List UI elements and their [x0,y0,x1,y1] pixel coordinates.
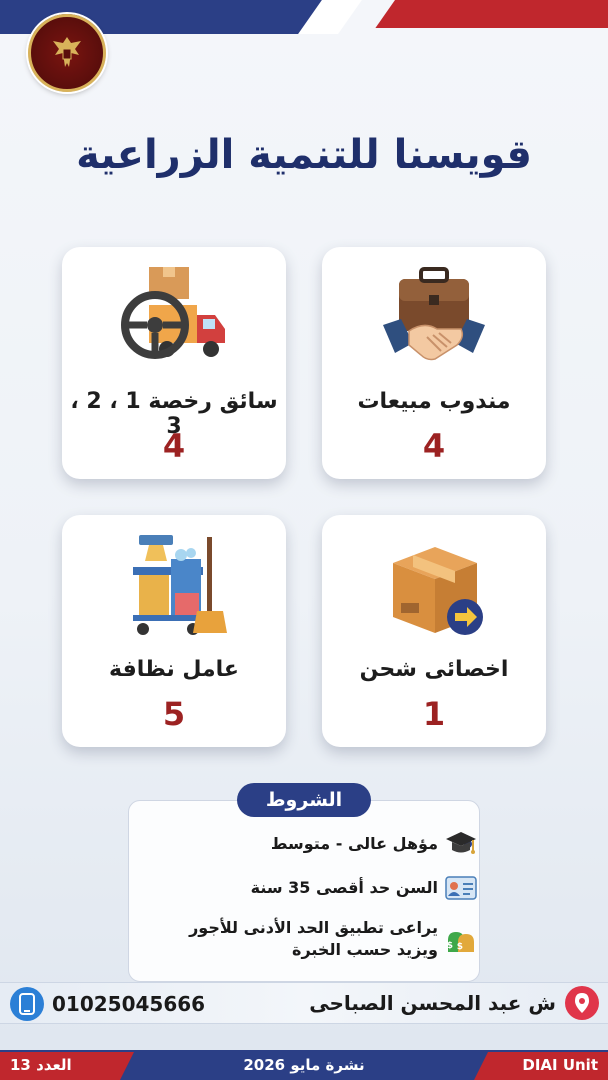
shipping-box-icon [393,547,483,635]
ministry-logo [28,14,106,92]
eagle-emblem-icon [53,37,81,67]
job-title: اخصائى شحن [359,657,509,682]
phone-number[interactable]: 01025045666 [52,992,205,1016]
unit-name: DIAI Unit [522,1056,598,1074]
condition-text-line2: ويزيد حسب الخبرة [292,940,438,959]
page-title: قويسنا للتنمية الزراعية [76,132,532,178]
bulletin-date: نشرة مايو 2026 [243,1056,365,1074]
job-title: عامل نظافة [109,657,239,682]
condition-text: يراعى تطبيق الحد الأدنى للأجور [189,918,438,937]
steering-truck-icon [121,267,225,359]
job-card-shipping: اخصائى شحن 1 [322,515,546,747]
cleaning-cart-icon [133,535,227,635]
svg-text:$: $ [447,941,453,951]
job-card-sales: مندوب مبيعات 4 [322,247,546,479]
condition-item: $ $ يراعى تطبيق الحد الأدنى للأجور ويزيد… [189,917,478,961]
condition-text: السن حد أقصى 35 سنة [250,878,438,897]
svg-text:$: $ [457,942,463,952]
job-count: 4 [422,427,446,465]
phone-icon[interactable] [10,987,44,1021]
condition-item: مؤهل عالى - متوسط [271,827,478,861]
job-title: مندوب مبيعات [357,389,511,414]
conditions-heading: الشروط [237,783,371,817]
condition-text: مؤهل عالى - متوسط [270,834,438,853]
id-card-icon [445,876,477,900]
graduation-cap-icon [446,832,476,854]
location-pin-icon[interactable] [565,986,599,1020]
job-count: 4 [162,427,186,465]
job-card-driver: سائق رخصة 1 ، 2 ، 3 4 [62,247,286,479]
condition-item: السن حد أقصى 35 سنة [251,871,478,905]
job-card-cleaner: عامل نظافة 5 [62,515,286,747]
address[interactable]: ش عبد المحسن الصباحى [309,991,556,1015]
condition-text-block: يراعى تطبيق الحد الأدنى للأجور ويزيد حسب… [189,917,438,961]
briefcase-handshake-icon [383,267,485,361]
job-count: 5 [162,695,186,733]
money-bags-icon: $ $ [447,932,474,952]
job-count: 1 [422,695,446,733]
